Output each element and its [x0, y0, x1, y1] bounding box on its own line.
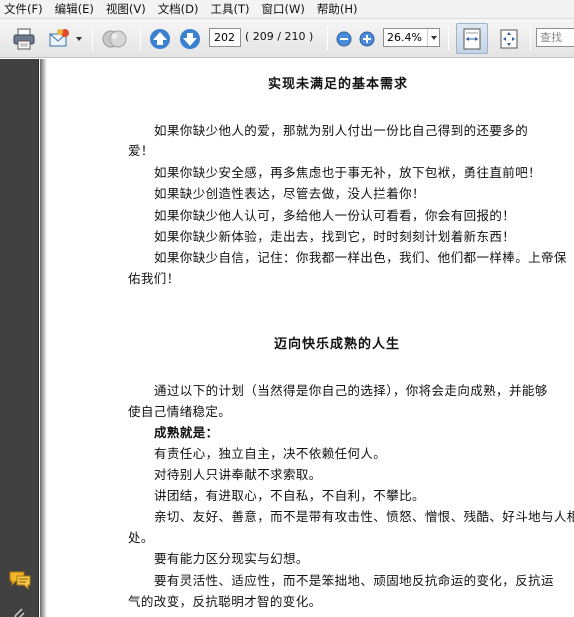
toolbar-divider [530, 26, 531, 51]
fit-page-button[interactable] [494, 19, 524, 58]
paragraph-line: 如果缺少创造性表达，尽管去做，没人拦着你！ [154, 186, 425, 201]
toolbar-divider [92, 26, 93, 51]
menu-window[interactable]: 窗口(W) [262, 1, 305, 17]
paragraph-subheading: 成熟就是： [154, 425, 219, 440]
fit-width-button[interactable] [456, 23, 488, 54]
page-edge-shadow [40, 59, 47, 617]
zoom-out-icon [336, 31, 352, 46]
paragraph-line: 如果你缺少新体验，走出去，找到它，时时刻刻计划着新东西！ [154, 229, 516, 244]
chevron-down-icon [76, 36, 82, 41]
zoom-out-button[interactable] [334, 19, 354, 58]
print-button[interactable] [10, 19, 38, 58]
paragraph-line: 如果你缺少自信，记住：你我都一样出色，我们、他们都一样棒。上帝保 [154, 250, 567, 265]
menu-view[interactable]: 视图(V) [106, 1, 146, 17]
menu-help[interactable]: 帮助(H) [317, 1, 358, 17]
zoom-select[interactable]: 26.4% [383, 28, 440, 47]
paragraph-line: 要有灵活性、适应性，而不是笨拙地、顽固地反抗命运的变化，反抗运 [154, 573, 554, 588]
paperclip-icon [14, 608, 25, 617]
menu-tools[interactable]: 工具(T) [211, 1, 250, 17]
zoom-value: 26.4% [387, 31, 422, 44]
arrow-up-icon [150, 28, 170, 49]
paragraph-line: 爱！ [128, 143, 154, 158]
toolbar-divider [140, 26, 141, 51]
next-page-button[interactable] [178, 19, 202, 58]
printer-icon [13, 28, 35, 49]
paragraph-line: 亲切、友好、善意，而不是带有攻击性、愤怒、憎恨、残酷、好斗地与人相 [154, 509, 574, 524]
toolbar: 202 ( 209 / 210 ) 26.4% 查找 [0, 19, 574, 58]
paragraph-line: 有责任心，独立自主，决不依赖任何人。 [154, 446, 387, 461]
menu-document[interactable]: 文档(D) [158, 1, 199, 17]
fit-page-icon [500, 29, 518, 48]
collaborate-button[interactable] [100, 19, 130, 58]
comments-button[interactable] [8, 570, 32, 594]
section-title: 迈向快乐成熟的人生 [274, 337, 401, 352]
email-button[interactable] [47, 19, 73, 58]
paragraph-line: 如果你缺少他人的爱，那就为别人付出一份比自己得到的还要多的 [154, 123, 529, 138]
paragraph-line: 佑我们！ [128, 271, 180, 286]
mail-icon [49, 28, 69, 46]
paragraph-line: 处。 [128, 530, 154, 545]
fit-width-icon [463, 28, 481, 49]
zoom-in-icon [359, 31, 375, 46]
page-number-input[interactable]: 202 [209, 28, 241, 47]
section-title: 实现未满足的基本需求 [268, 77, 409, 92]
page-total-label: ( 209 / 210 ) [245, 30, 314, 43]
paragraph-line: 使自己情绪稳定。 [128, 404, 232, 419]
toolbar-divider [327, 26, 328, 51]
paragraph-line: 讲团结，有进取心，不自私，不自利，不攀比。 [154, 488, 425, 503]
comment-icon [9, 571, 31, 591]
zoom-dropdown-button[interactable] [427, 29, 439, 46]
paragraph-line: 通过以下的计划（当然得是你自己的选择），你将会走向成熟，并能够 [154, 383, 548, 398]
menu-bar: 文件(F) 编辑(E) 视图(V) 文档(D) 工具(T) 窗口(W) 帮助(H… [0, 0, 574, 19]
menu-file[interactable]: 文件(F) [4, 1, 43, 17]
navigation-panel [0, 59, 39, 617]
paragraph-line: 如果你缺少他人认可，多给他人一份认可看看，你会有回报的！ [154, 208, 516, 223]
toolbar-divider [448, 26, 449, 51]
menu-edit[interactable]: 编辑(E) [55, 1, 94, 17]
paragraph-line: 如果你缺少安全感，再多焦虑也于事无补，放下包袱，勇往直前吧！ [154, 165, 542, 180]
arrow-down-icon [180, 28, 200, 49]
paragraph-line: 气的改变，反抗聪明才智的变化。 [128, 594, 322, 609]
zoom-in-button[interactable] [357, 19, 377, 58]
paragraph-line: 要有能力区分现实与幻想。 [154, 551, 309, 566]
search-input[interactable]: 查找 [536, 28, 574, 47]
email-dropdown-button[interactable] [74, 19, 84, 58]
paragraph-line: 对待别人只讲奉献不求索取。 [154, 467, 322, 482]
previous-page-button[interactable] [148, 19, 172, 58]
collaborate-icon [102, 30, 127, 47]
chevron-down-icon [430, 35, 437, 40]
attachments-button[interactable] [12, 605, 26, 617]
